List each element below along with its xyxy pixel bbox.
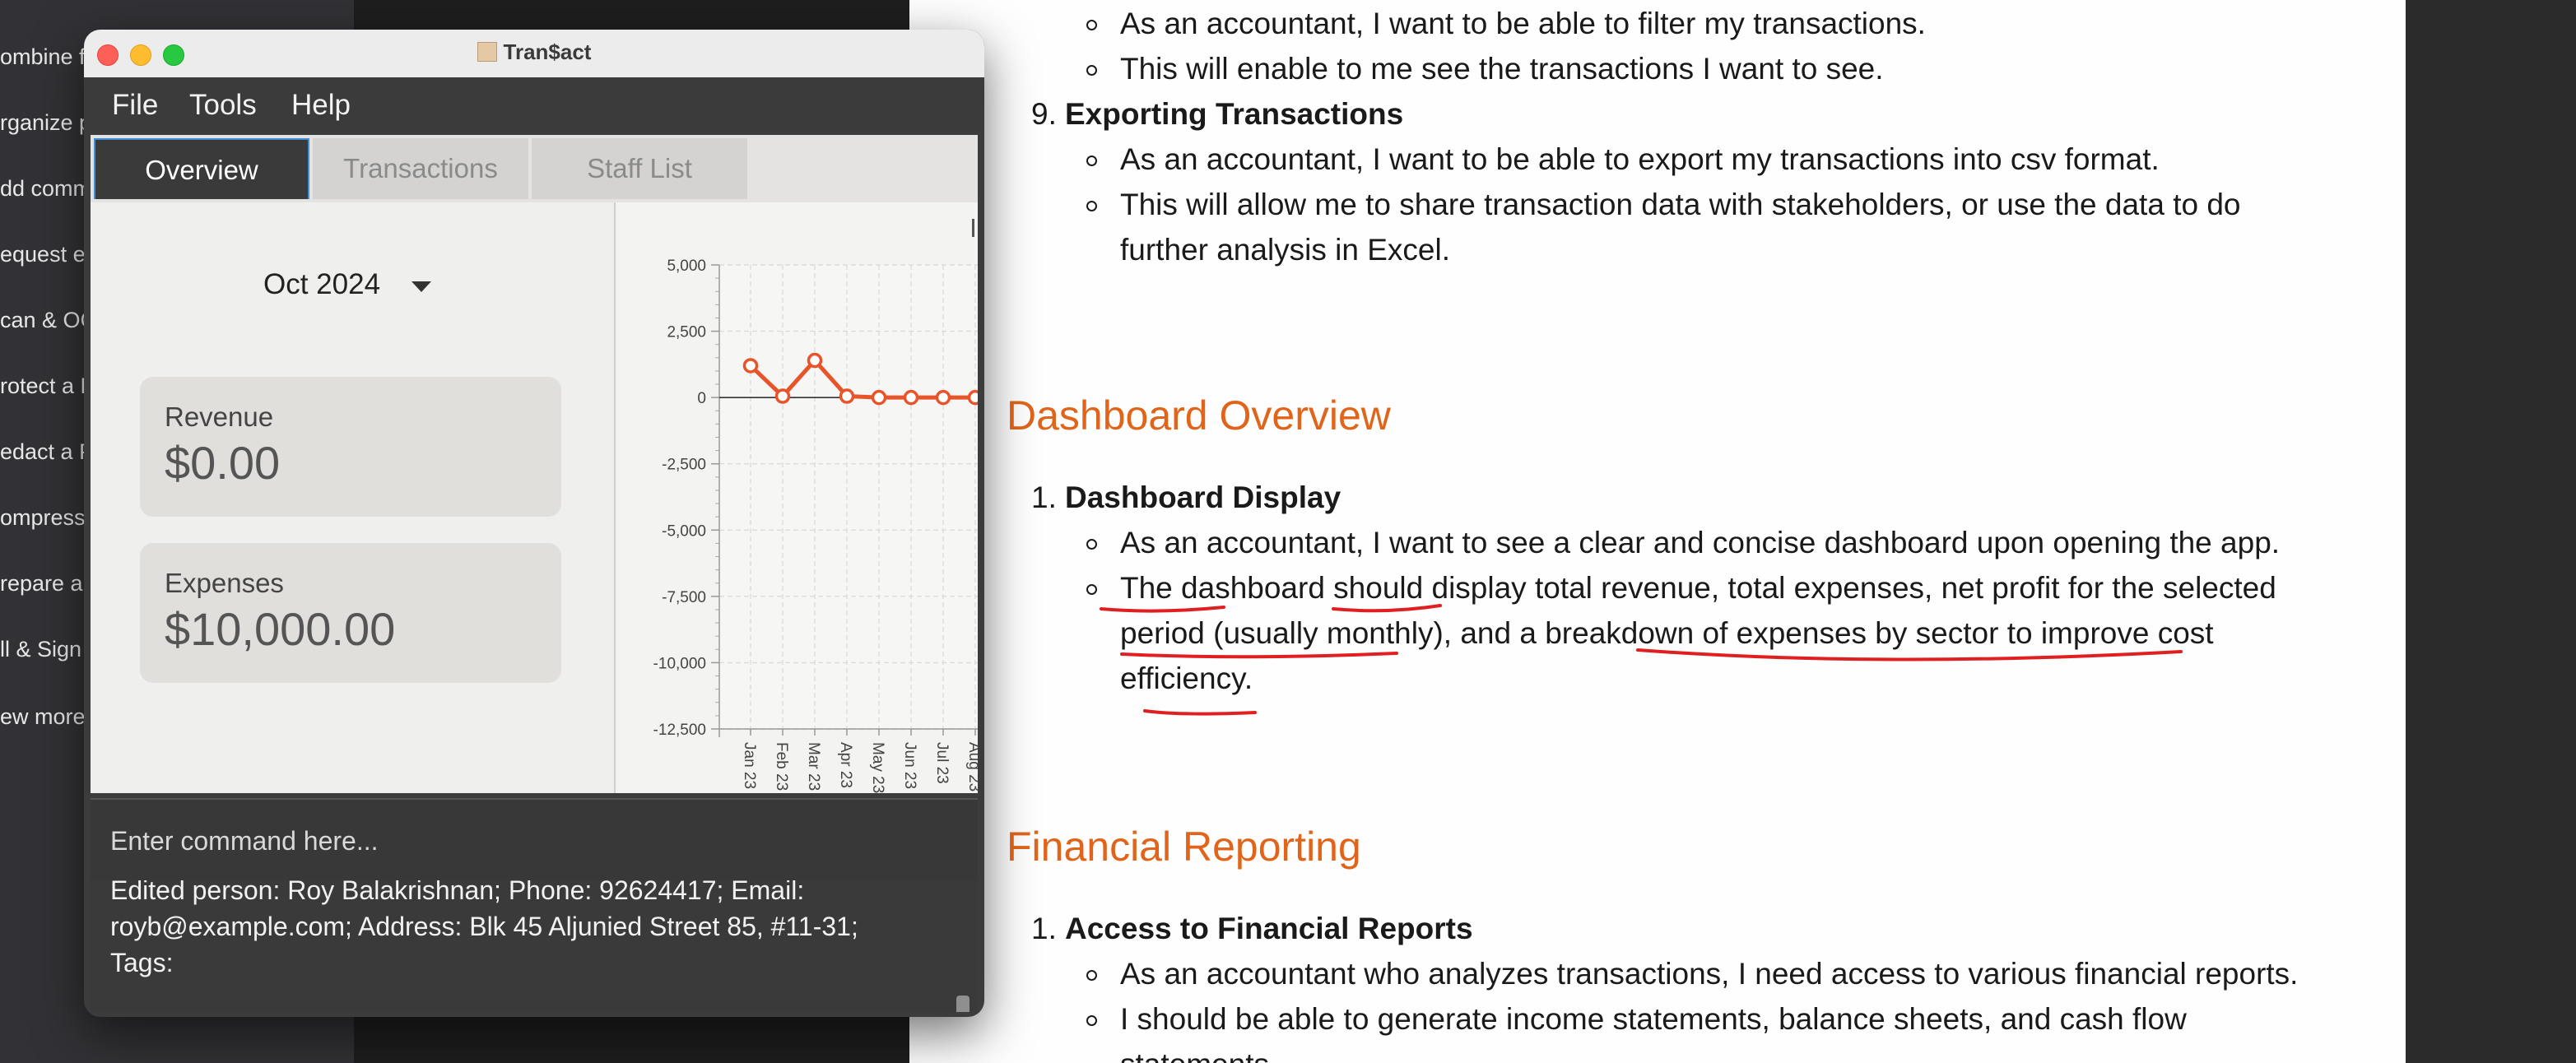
sidebar-item[interactable]: rotect a P	[0, 374, 95, 399]
pen-annotations	[1100, 604, 2183, 716]
x-tick-label: Apr 23	[837, 742, 854, 788]
expenses-card: Expenses $10,000.00	[140, 543, 561, 683]
window-title-text: Tran$act	[503, 39, 592, 64]
x-tick-label: Jun 23	[901, 742, 918, 789]
plot-area	[719, 265, 978, 729]
overview-summary-panel: Oct 2024 Revenue $0.00 Expenses $10,000.…	[91, 202, 614, 793]
line-chart-svg: 5,000 2,500 0 -2,500 -5,000 -7,500 -10,000 -12,…	[653, 219, 978, 793]
sidebar-item[interactable]: ompress	[0, 505, 86, 531]
data-point	[967, 389, 978, 406]
data-point	[935, 389, 951, 406]
y-tick-label: 2,500	[667, 324, 706, 341]
sidebar-item[interactable]: edact a P	[0, 439, 94, 465]
contact-card-icon	[477, 42, 497, 62]
doc-text: statements.	[1120, 1047, 1277, 1063]
doc-text: I should be able to generate income stat…	[1120, 1002, 2187, 1036]
data-point	[742, 358, 759, 374]
sidebar-item[interactable]: equest e-	[0, 242, 93, 267]
expenses-value: $10,000.00	[165, 603, 396, 655]
result-display: Edited person: Roy Balakrishnan; Phone: …	[91, 880, 978, 1012]
chart-handle	[972, 219, 974, 237]
bullet-icon	[1086, 1015, 1097, 1026]
list-number: 1.	[1031, 912, 1057, 945]
data-point	[774, 388, 791, 404]
sidebar-item[interactable]: ew more	[0, 704, 86, 730]
revenue-value: $0.00	[165, 437, 281, 489]
list-item-title: Access to Financial Reports	[1065, 912, 1473, 945]
result-scrollbar[interactable]	[956, 996, 969, 1012]
document-viewer: As an accountant, I want to be able to f…	[909, 0, 2406, 1063]
period-selector[interactable]: Oct 2024	[263, 268, 380, 301]
tab-transactions[interactable]: Transactions	[313, 138, 528, 199]
main-content: Overview Transactions Staff List Oct 202…	[91, 135, 978, 793]
revenue-label: Revenue	[165, 402, 274, 432]
command-box	[91, 798, 978, 882]
window-title: Tran$act	[84, 39, 984, 65]
profit-chart: 5,000 2,500 0 -2,500 -5,000 -7,500 -10,000 -12,…	[616, 202, 978, 793]
data-point	[839, 388, 855, 404]
y-tick-label: 5,000	[667, 258, 706, 275]
tab-staff-list[interactable]: Staff List	[532, 138, 747, 199]
menu-bar: File Tools Help	[84, 77, 984, 132]
menu-tools[interactable]: Tools	[189, 89, 257, 122]
sidebar-item[interactable]: dd comm	[0, 176, 91, 202]
sidebar-item[interactable]: ll & Sign	[0, 637, 81, 662]
doc-text: As an accountant who analyzes transactio…	[1120, 957, 2299, 991]
y-tick-label: -12,500	[653, 722, 706, 739]
title-bar[interactable]: Tran$act	[84, 30, 984, 78]
chevron-down-icon[interactable]	[412, 281, 431, 292]
x-tick-label: Mar 23	[805, 742, 822, 791]
bullet-icon	[1086, 970, 1097, 981]
tab-overview[interactable]: Overview	[94, 138, 309, 199]
y-tick-label: -5,000	[662, 522, 706, 540]
x-tick-label: May 23	[869, 742, 886, 793]
data-point	[903, 389, 919, 406]
revenue-card: Revenue $0.00	[140, 377, 561, 517]
x-tick-label: Jul 23	[933, 742, 951, 784]
app-window: Tran$act File Tools Help Overview Transa…	[84, 30, 984, 1017]
result-line: Tags:	[110, 948, 174, 977]
y-tick-label: -10,000	[653, 655, 706, 672]
sidebar-item[interactable]: ombine f	[0, 44, 86, 70]
tab-bar: Overview Transactions Staff List	[91, 135, 978, 202]
result-line: Edited person: Roy Balakrishnan; Phone: …	[110, 880, 805, 905]
y-tick-label: -2,500	[662, 457, 706, 474]
menu-file[interactable]: File	[112, 89, 158, 122]
command-input[interactable]	[109, 821, 960, 861]
data-point	[871, 389, 887, 406]
sidebar-item[interactable]: repare a f	[0, 571, 95, 596]
y-tick-label: 0	[697, 390, 706, 407]
result-line: royb@example.com; Address: Blk 45 Aljuni…	[110, 912, 858, 941]
menu-help[interactable]: Help	[291, 89, 351, 122]
expenses-label: Expenses	[165, 568, 284, 598]
background-right-edge	[2406, 0, 2576, 1063]
sidebar-item[interactable]: can & OC	[0, 308, 96, 333]
x-tick-label: Feb 23	[773, 742, 790, 791]
x-tick-label: Jan 23	[741, 742, 758, 789]
data-point	[807, 352, 823, 369]
y-tick-label: -7,500	[662, 589, 706, 606]
section-heading: Financial Reporting	[1007, 824, 1361, 870]
x-tick-label: Aug 23	[965, 742, 978, 791]
sidebar-item[interactable]: rganize p	[0, 110, 91, 136]
